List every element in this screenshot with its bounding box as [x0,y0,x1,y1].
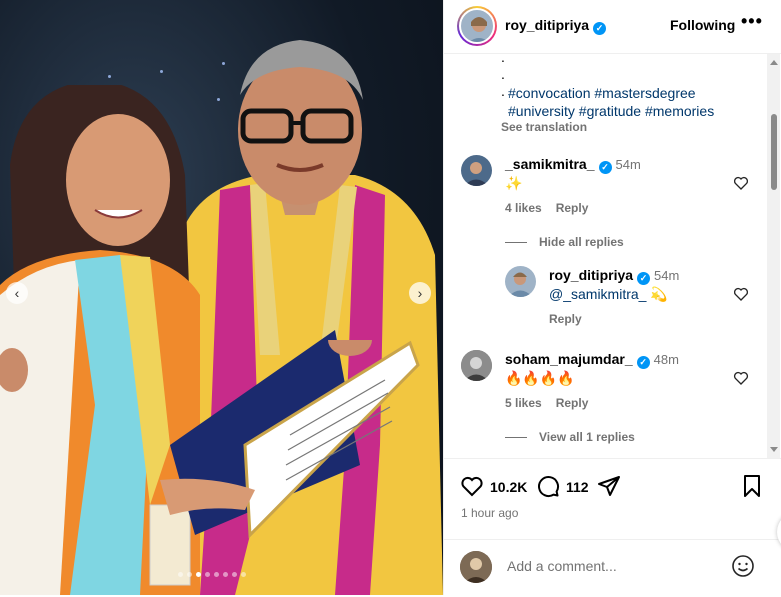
reply-emoji: 💫 [650,286,668,302]
more-options-icon[interactable]: ••• [741,11,763,32]
carousel-dot [223,572,228,577]
author-username[interactable]: roy_ditipriya ✓ [505,17,607,35]
comment-time: 54m [615,157,641,172]
like-count[interactable]: 10.2K [490,479,527,495]
reply-avatar[interactable] [505,266,536,297]
stage-light [160,70,163,73]
post-photo[interactable]: ‹ › [0,0,443,595]
verified-badge-icon: ✓ [598,161,612,174]
add-comment-input[interactable] [505,557,719,575]
comment-likes-count[interactable]: 4 likes [505,201,542,215]
carousel-next-button[interactable]: › [409,282,431,304]
scrollbar-thumb[interactable] [771,114,777,190]
comment-text: ✨ [505,175,523,191]
reply-reply-button[interactable]: Reply [549,312,582,326]
comment-user-text[interactable]: soham_majumdar_ [505,351,633,367]
carousel-indicator [178,572,246,577]
verified-badge-icon: ✓ [637,272,651,285]
carousel-dot [196,572,201,577]
post-side-panel: roy_ditipriya ✓ Following ••• . . . #conv… [443,0,781,595]
hide-replies-link[interactable]: Hide all replies [505,235,624,249]
post-actions: 10.2K 112 1 hour ago [444,458,781,596]
comment-reply-button[interactable]: Reply [556,396,589,410]
comment-likes-count[interactable]: 5 likes [505,396,542,410]
comments-scrollbar[interactable] [767,54,780,458]
carousel-dot [178,572,183,577]
author-avatar[interactable] [457,6,497,46]
carousel-dot [205,572,210,577]
comment-time: 48m [653,352,679,367]
comment-reply-button[interactable]: Reply [556,201,589,215]
hands [0,340,372,515]
carousel-dot [214,572,219,577]
add-comment-bar [444,539,781,597]
current-user-avatar [460,551,492,583]
comment-like-heart-icon[interactable] [733,175,749,191]
reply-text: @_samikmitra_ 💫 [549,286,668,303]
verified-badge-icon: ✓ [636,356,650,369]
carousel-dot [241,572,246,577]
carousel-dot [187,572,192,577]
comment-bubble-icon[interactable] [536,474,560,498]
reply-time: 54m [654,268,680,283]
comment-text: 🔥🔥🔥🔥 [505,370,575,386]
verified-badge-icon: ✓ [593,22,607,35]
scroll-up-arrow-icon[interactable] [770,60,778,65]
comment-like-heart-icon[interactable] [733,370,749,386]
comment-count[interactable]: 112 [566,479,589,495]
comment-username[interactable]: _samikmitra_ ✓ 54m [505,156,641,174]
share-send-icon[interactable] [597,474,621,498]
like-heart-icon[interactable] [460,474,484,498]
comment-username[interactable]: soham_majumdar_ ✓ 48m [505,351,679,369]
reply-username[interactable]: roy_ditipriya ✓ 54m [549,267,679,285]
caption-dot: . [501,66,505,82]
mention-link[interactable]: @_samikmitra_ [549,286,646,302]
reply-user-text[interactable]: roy_ditipriya [549,267,633,283]
comments-list[interactable]: . . . #convocation #mastersdegree #unive… [444,54,766,458]
commenter-avatar[interactable] [461,155,492,186]
comment-user-text[interactable]: _samikmitra_ [505,156,595,172]
emoji-picker-icon[interactable] [731,554,755,578]
reply-like-heart-icon[interactable] [733,286,749,302]
carousel-prev-button[interactable]: ‹ [6,282,28,304]
view-replies-link[interactable]: View all 1 replies [505,430,635,444]
stage-light [108,75,111,78]
caption-dot: . [501,54,505,65]
post-header: roy_ditipriya ✓ Following ••• [444,0,781,54]
following-button[interactable]: Following [670,17,735,33]
see-translation-link[interactable]: See translation [501,120,587,134]
commenter-avatar[interactable] [461,350,492,381]
comment-meta: 5 likes Reply [505,396,602,410]
comment-meta: 4 likes Reply [505,201,602,215]
carousel-dot [232,572,237,577]
save-bookmark-icon[interactable] [740,474,764,498]
caption-hashtags[interactable]: #convocation #mastersdegree #university … [508,84,758,120]
reply-meta: Reply [549,312,596,326]
post-timestamp[interactable]: 1 hour ago [461,506,518,520]
scroll-down-arrow-icon[interactable] [770,447,778,452]
author-name-text[interactable]: roy_ditipriya [505,17,589,33]
